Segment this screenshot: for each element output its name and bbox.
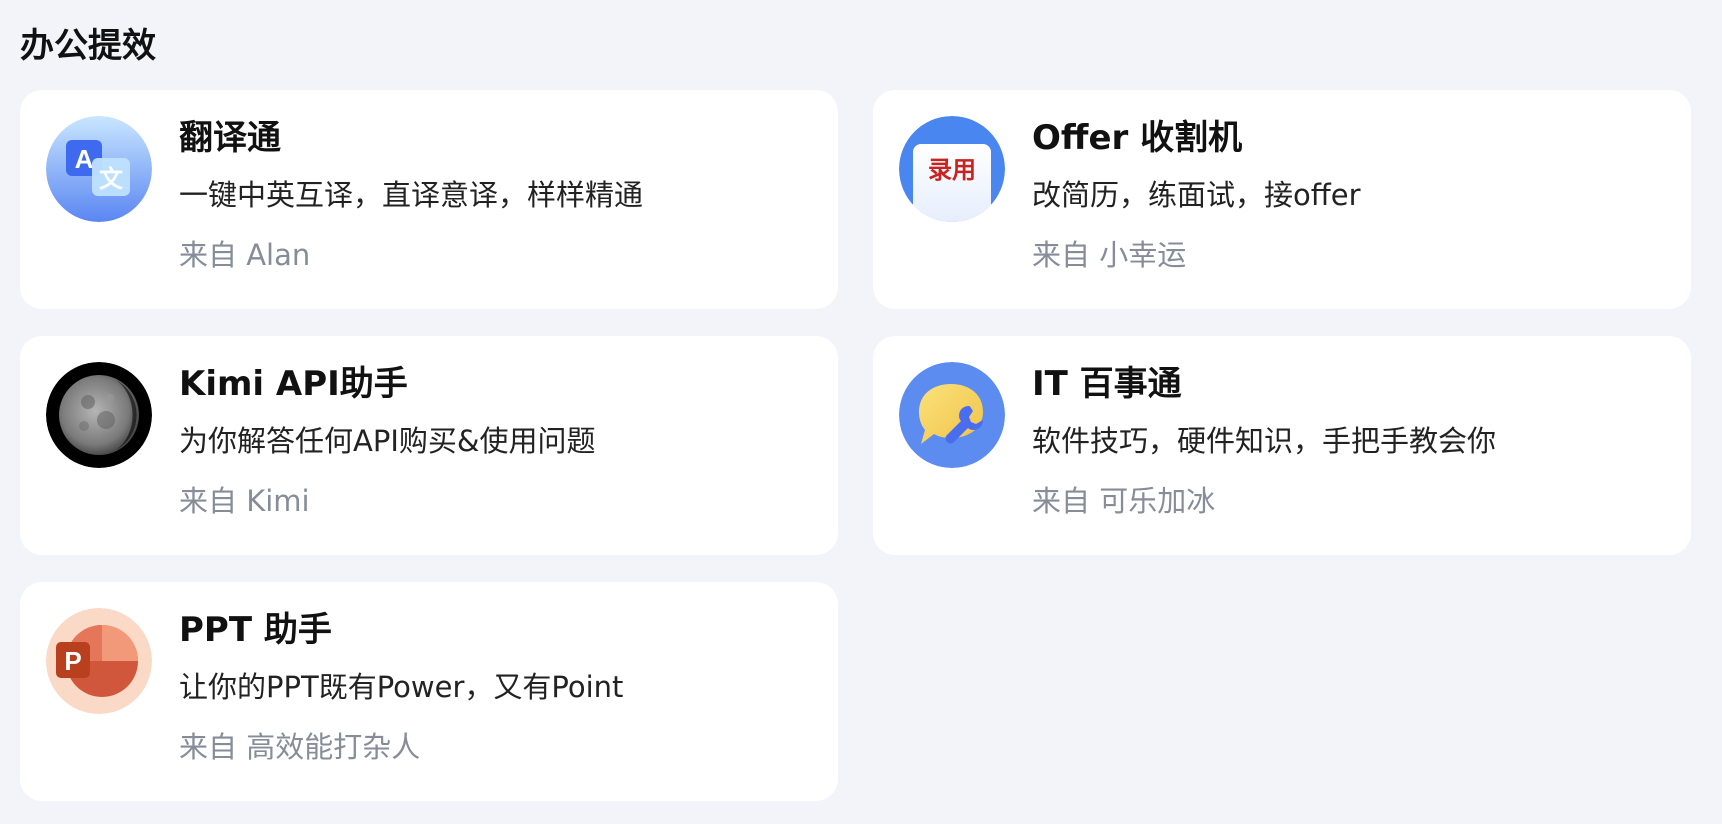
assistant-card-kimi-api[interactable]: Kimi API助手 为你解答任何API购买&使用问题 来自 Kimi xyxy=(20,336,838,555)
card-description: 让你的PPT既有Power，又有Point xyxy=(179,670,624,704)
svg-text:A: A xyxy=(75,144,94,174)
card-description: 改简历，练面试，接offer xyxy=(1032,178,1361,212)
svg-text:P: P xyxy=(64,646,81,676)
section-title: 办公提效 xyxy=(20,26,156,66)
svg-text:文: 文 xyxy=(99,165,124,193)
card-title: Offer 收割机 xyxy=(1032,118,1243,158)
card-title: PPT 助手 xyxy=(179,610,332,650)
wrench-chat-icon xyxy=(899,362,1005,468)
assistant-card-offer[interactable]: 录用 Offer 收割机 改简历，练面试，接offer 来自 小幸运 xyxy=(873,90,1691,309)
card-description: 为你解答任何API购买&使用问题 xyxy=(179,424,596,458)
card-title: Kimi API助手 xyxy=(179,364,408,404)
card-author: 来自 Alan xyxy=(179,238,311,272)
assistant-card-ppt[interactable]: P PPT 助手 让你的PPT既有Power，又有Point 来自 高效能打杂人 xyxy=(20,582,838,801)
assistant-card-translate[interactable]: A 文 翻译通 一键中英互译，直译意译，样样精通 来自 Alan xyxy=(20,90,838,309)
assistant-grid: A 文 翻译通 一键中英互译，直译意译，样样精通 来自 Alan 录用 Offe… xyxy=(20,90,1691,801)
svg-text:录用: 录用 xyxy=(928,155,976,184)
powerpoint-icon: P xyxy=(46,608,152,714)
card-author: 来自 Kimi xyxy=(179,484,310,518)
card-title: 翻译通 xyxy=(179,118,281,158)
card-author: 来自 高效能打杂人 xyxy=(179,730,421,764)
translate-icon: A 文 xyxy=(46,116,152,222)
card-title: IT 百事通 xyxy=(1032,364,1182,404)
card-description: 软件技巧，硬件知识，手把手教会你 xyxy=(1032,424,1497,458)
card-author: 来自 小幸运 xyxy=(1032,238,1187,272)
card-description: 一键中英互译，直译意译，样样精通 xyxy=(179,178,644,212)
moon-icon xyxy=(46,362,152,468)
assistant-card-it[interactable]: IT 百事通 软件技巧，硬件知识，手把手教会你 来自 可乐加冰 xyxy=(873,336,1691,555)
offer-letter-icon: 录用 xyxy=(899,116,1005,222)
card-author: 来自 可乐加冰 xyxy=(1032,484,1216,518)
